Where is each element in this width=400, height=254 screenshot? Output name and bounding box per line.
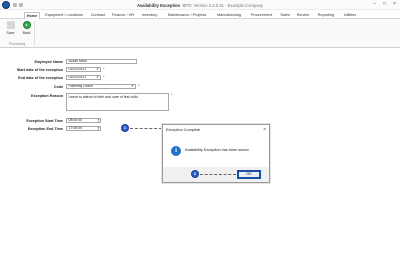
tab-procurement[interactable]: Procurement	[247, 12, 276, 20]
code-value: Paternity Leave	[68, 84, 93, 88]
tab-service[interactable]: Service	[294, 12, 312, 20]
required-marker: *	[171, 92, 173, 97]
time-spinner-icon[interactable]: ▲ ▼	[97, 126, 99, 130]
tab-sales[interactable]: Sales	[278, 12, 292, 20]
info-icon: i	[171, 146, 181, 156]
exception-reason-textarea[interactable]: Leave to attend to birth and care of fir…	[66, 93, 169, 111]
ribbon-group-separator	[34, 21, 35, 45]
callout-leader-line	[200, 174, 236, 175]
start-date-value: 01/02/2021	[68, 67, 87, 71]
end-time-label: Exception End Time	[27, 127, 63, 131]
tab-maintenance-projects[interactable]: Maintenance / Projects	[163, 12, 211, 20]
start-time-value: 08:00:00	[68, 118, 83, 122]
end-time-value: 17:00:00	[68, 126, 83, 130]
start-time-label: Exception Start Time	[26, 119, 63, 123]
tab-manufacturing[interactable]: Manufacturing	[213, 12, 245, 20]
minimize-button[interactable]: –	[370, 1, 379, 8]
callout-marker-1: 1	[121, 124, 129, 132]
end-date-value: 01/02/2021	[68, 75, 87, 79]
back-button[interactable]: Back	[20, 21, 33, 40]
start-date-field[interactable]: 01/02/2021 ▼	[66, 67, 101, 72]
required-marker: *	[103, 66, 105, 71]
save-button-label: Save	[6, 31, 15, 35]
end-date-field[interactable]: 01/02/2021 ▼	[66, 75, 101, 80]
code-select[interactable]: Paternity Leave ▼	[66, 84, 136, 89]
start-time-field[interactable]: 08:00:00 ▲ ▼	[66, 118, 101, 123]
window-title-text: Availability Exception	[136, 2, 181, 8]
time-spinner-icon[interactable]: ▲ ▼	[97, 118, 99, 122]
tab-utilities[interactable]: Utilities	[340, 12, 360, 20]
tab-equipment-locations[interactable]: Equipment / Locations	[42, 12, 86, 20]
ok-button[interactable]: OK	[237, 169, 261, 179]
tab-inventory[interactable]: Inventory	[138, 12, 161, 20]
ribbon-tab-bar: Home Equipment / Locations Contract Fina…	[0, 10, 400, 19]
ribbon-panel: Save Back Processing	[0, 19, 400, 48]
employee-name-label: Employee Name	[34, 60, 64, 64]
required-marker: *	[103, 74, 105, 79]
required-marker: *	[138, 83, 140, 88]
window-title: Availability Exception BPO: Version 2.4.…	[0, 3, 400, 8]
maximize-button[interactable]: □	[380, 1, 389, 8]
back-arrow-icon	[22, 21, 31, 29]
tab-reporting[interactable]: Reporting	[314, 12, 338, 20]
chevron-down-icon[interactable]: ▼	[131, 85, 134, 88]
dialog-body: i Availability Exception has been saved.	[164, 134, 268, 166]
window-subtitle: BPO: Version 2.4.0.31 - Example Company	[182, 2, 263, 8]
tab-contract[interactable]: Contract	[88, 12, 108, 20]
chevron-down-icon[interactable]: ▼	[96, 76, 99, 79]
end-time-field[interactable]: 17:00:00 ▲ ▼	[66, 126, 101, 131]
end-date-label: End date of the exception	[18, 76, 63, 80]
close-window-button[interactable]: ×	[390, 1, 399, 8]
employee-name-field[interactable]: Judah Mbhi	[66, 59, 137, 64]
start-date-label: Start date of the exception	[16, 68, 63, 72]
title-bar: Availability Exception BPO: Version 2.4.…	[0, 0, 400, 10]
callout-leader-line	[130, 128, 162, 129]
save-button[interactable]: Save	[4, 21, 17, 40]
save-icon	[6, 21, 15, 29]
callout-marker-2: 2	[191, 170, 199, 178]
tab-finance-hr[interactable]: Finance / HR	[110, 12, 136, 20]
ribbon-group-label: Processing	[8, 42, 26, 46]
exception-reason-label: Exception Reason	[31, 94, 63, 98]
chevron-down-icon[interactable]: ▼	[96, 68, 99, 71]
dialog-message: Availability Exception has been saved.	[185, 148, 250, 152]
back-button-label: Back	[22, 31, 31, 35]
code-label: Code	[53, 85, 63, 89]
dialog-title: Exception Complete	[166, 127, 200, 132]
tab-home[interactable]: Home	[24, 11, 40, 19]
dialog-close-button[interactable]: ×	[263, 127, 266, 133]
